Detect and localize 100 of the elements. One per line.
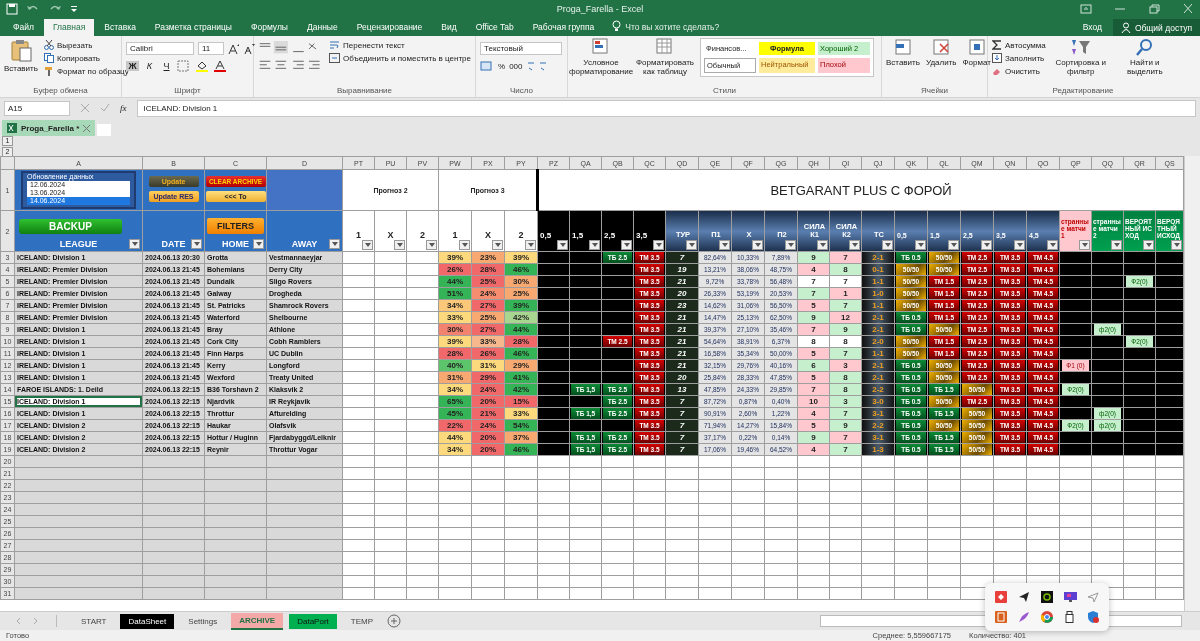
ribbon-tab[interactable]: Вид	[432, 19, 466, 36]
sheet-tab[interactable]: DataPort	[289, 613, 337, 629]
filter-button[interactable]	[394, 239, 405, 250]
add-sheet-icon[interactable]	[387, 614, 402, 628]
sort-filter-button[interactable]: Сортировка и фильтр	[1051, 38, 1110, 76]
paper-plane-icon[interactable]	[1017, 591, 1030, 603]
filters-button[interactable]: FILTERS	[207, 218, 264, 234]
shrink-font-icon[interactable]	[244, 42, 256, 55]
filter-button[interactable]	[589, 239, 600, 250]
copy-button[interactable]: Копировать	[43, 53, 129, 63]
bold-button[interactable]: Ж	[126, 61, 139, 71]
shield-icon[interactable]	[1087, 611, 1100, 623]
filter-button[interactable]	[459, 239, 470, 250]
cells-button[interactable]: Формат	[962, 38, 991, 67]
feather-icon[interactable]	[1017, 611, 1030, 623]
filter-button[interactable]	[557, 239, 568, 250]
cut-button[interactable]: Вырезать	[43, 40, 129, 50]
filter-button[interactable]	[1143, 239, 1154, 250]
close-icon[interactable]	[83, 124, 91, 132]
ribbon-tab[interactable]: Файл	[4, 19, 43, 36]
currency-icon[interactable]	[480, 60, 494, 72]
ribbon-display-icon[interactable]	[1080, 4, 1092, 14]
sheet-tab[interactable]: START	[73, 613, 115, 629]
format-as-table-button[interactable]: Форматировать как таблицу	[636, 38, 694, 76]
ribbon-tab[interactable]: Главная	[43, 19, 95, 36]
filter-button[interactable]	[1111, 239, 1122, 250]
font-color-icon[interactable]	[213, 60, 227, 72]
customize-caret-icon[interactable]	[70, 4, 78, 14]
filter-button[interactable]	[849, 239, 860, 250]
filter-button[interactable]	[653, 239, 664, 250]
chip-icon[interactable]	[1041, 591, 1053, 603]
sort-filter-icon	[1070, 38, 1091, 56]
ribbon-tab[interactable]: Office Tab	[466, 19, 523, 36]
percent-button[interactable]: %	[498, 61, 506, 71]
filter-button[interactable]	[621, 239, 632, 250]
ribbon-tab[interactable]: Рецензирование	[347, 19, 432, 36]
filter-button[interactable]	[719, 239, 730, 250]
ribbon-tab[interactable]: Данные	[298, 19, 347, 36]
find-select-button[interactable]: Найти и выделить	[1115, 38, 1174, 76]
ribbon-tab[interactable]: Разметка страницы	[145, 19, 241, 36]
document-tab[interactable]: Proga_Farella *	[2, 120, 96, 136]
document-icon[interactable]	[994, 611, 1007, 623]
monitor-icon[interactable]	[1063, 591, 1077, 603]
filter-button[interactable]	[362, 239, 373, 250]
filter-button[interactable]	[752, 239, 763, 250]
filter-button[interactable]	[915, 239, 926, 250]
wrap-text-button[interactable]: Перенести текст	[329, 40, 471, 50]
filter-button[interactable]	[1079, 239, 1090, 250]
cells-button[interactable]: Удалить	[925, 38, 957, 67]
filter-button[interactable]	[525, 239, 536, 250]
ribbon-tab[interactable]: Рабочая группа	[523, 19, 604, 36]
name-box[interactable]: A15	[4, 100, 70, 116]
grow-font-icon[interactable]	[228, 42, 240, 55]
sheet-tab[interactable]: TEMP	[342, 613, 382, 629]
cells-button[interactable]: Вставить	[886, 38, 920, 67]
filter-button[interactable]	[981, 239, 992, 250]
fill-button[interactable]: Заполнить	[992, 53, 1046, 63]
browser-icon[interactable]	[1041, 611, 1053, 623]
sheet-tab[interactable]: DataSheet	[120, 613, 175, 629]
check-icon[interactable]	[100, 103, 110, 113]
ribbon-tab[interactable]: Вставка	[95, 19, 145, 36]
sheet-tab[interactable]: Settings	[180, 613, 226, 629]
filter-button[interactable]	[882, 239, 893, 250]
filter-button[interactable]	[785, 239, 796, 250]
clear-button[interactable]: Очистить	[992, 66, 1046, 76]
share-button[interactable]: Общий доступ	[1112, 19, 1200, 36]
paste-button[interactable]: Вставить	[4, 38, 38, 73]
insert-function-button[interactable]: fx	[120, 103, 127, 113]
italic-button[interactable]: К	[143, 61, 156, 71]
filter-button[interactable]	[492, 239, 503, 250]
filter-button[interactable]	[191, 239, 202, 249]
filter-button[interactable]	[686, 239, 697, 250]
restore-icon[interactable]	[1148, 4, 1160, 14]
thousands-button[interactable]: 000	[509, 61, 523, 71]
vertical-scrollbar[interactable]	[1184, 156, 1200, 611]
autosum-button[interactable]: Автосумма	[992, 40, 1046, 50]
merge-center-button[interactable]: Объединить и поместить в центре	[329, 53, 471, 63]
filter-button[interactable]	[129, 239, 140, 249]
filter-button[interactable]	[1171, 239, 1182, 250]
font-size-field[interactable]: 11	[198, 42, 224, 55]
tell-me-field[interactable]: Что вы хотите сделать?	[625, 22, 720, 36]
ribbon-tab[interactable]: Формулы	[242, 19, 297, 36]
filter-button[interactable]	[817, 239, 828, 250]
formula-input[interactable]: ICELAND: Division 1	[136, 99, 1196, 117]
underline-button[interactable]: Ч	[160, 61, 173, 71]
filter-button[interactable]	[329, 239, 340, 249]
number-format-field[interactable]: Текстовый	[480, 42, 562, 55]
usb-drive-icon[interactable]	[1065, 611, 1076, 623]
sign-in-link[interactable]: Вход	[1072, 22, 1112, 36]
fill-color-icon[interactable]	[195, 60, 209, 72]
format-painter-button[interactable]: Формат по образцу	[43, 66, 129, 76]
caret-icon	[364, 242, 371, 247]
filter-button[interactable]	[253, 239, 264, 249]
column-title: 3,5	[635, 230, 649, 240]
save-icon[interactable]	[6, 3, 18, 15]
font-name-field[interactable]: Calibri	[126, 42, 194, 55]
filter-button[interactable]	[948, 239, 959, 250]
filter-button[interactable]	[426, 239, 437, 250]
filter-button[interactable]	[1014, 239, 1025, 250]
filter-button[interactable]	[1047, 239, 1058, 250]
